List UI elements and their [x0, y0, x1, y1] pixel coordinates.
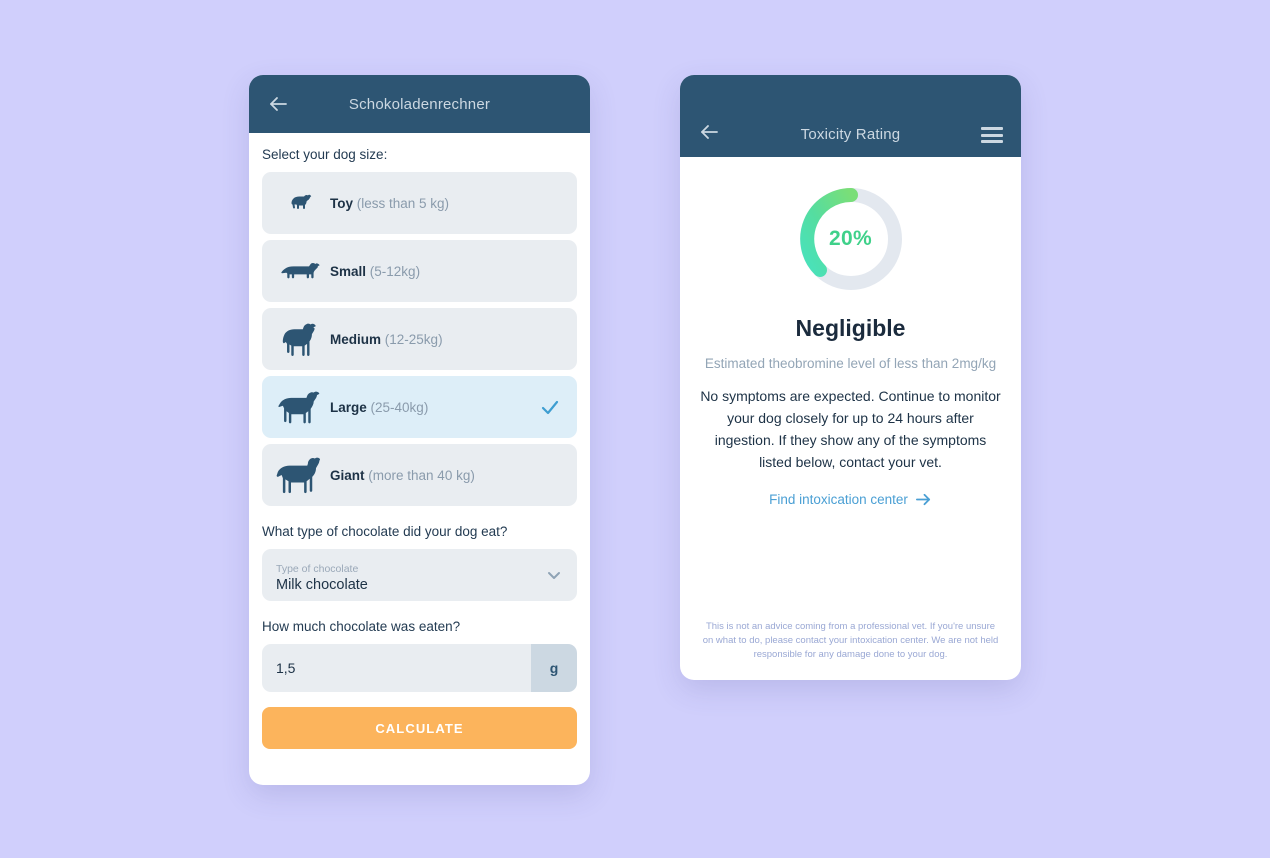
dog-large-icon: [272, 389, 330, 425]
dog-giant-icon: [272, 455, 330, 495]
size-option-large[interactable]: Large (25-40kg): [262, 376, 577, 438]
result-appbar: Toxicity Rating: [680, 75, 1021, 157]
toxicity-rating-screen: Toxicity Rating 20% Negligible Estimated…: [680, 75, 1021, 680]
arrow-right-icon: [915, 491, 932, 508]
chocolate-calculator-screen: Schokoladenrechner Select your dog size:…: [249, 75, 590, 785]
size-option-label: Giant (more than 40 kg): [330, 467, 475, 483]
page-title: Toxicity Rating: [800, 126, 901, 143]
amount-input[interactable]: [262, 644, 531, 692]
toxicity-rating-title: Negligible: [795, 315, 906, 341]
size-option-giant[interactable]: Giant (more than 40 kg): [262, 444, 577, 506]
select-caption: Type of chocolate: [276, 563, 359, 575]
chocolate-amount-question: How much chocolate was eaten?: [262, 619, 461, 634]
toxicity-gauge: 20%: [797, 185, 905, 293]
size-option-label: Toy (less than 5 kg): [330, 195, 450, 211]
result-body: 20% Negligible Estimated theobromine lev…: [680, 157, 1021, 680]
chocolate-type-question: What type of chocolate did your dog eat?: [262, 524, 508, 539]
toxicity-description: No symptoms are expected. Continue to mo…: [700, 388, 1001, 470]
hamburger-menu-icon[interactable]: [981, 127, 1003, 143]
arrow-left-icon[interactable]: [698, 121, 720, 143]
dog-size-list: Toy (less than 5 kg) Small (5-12kg) Medi…: [262, 172, 577, 506]
theobromine-estimate: Estimated theobromine level of less than…: [704, 356, 997, 371]
checkmark-icon: [539, 396, 561, 418]
amount-unit-button[interactable]: g: [531, 644, 577, 692]
page-title: Schokoladenrechner: [348, 95, 491, 113]
size-option-label: Large (25-40kg): [330, 399, 429, 415]
disclaimer-text: This is not an advice coming from a prof…: [702, 621, 999, 660]
size-option-label: Small (5-12kg): [330, 263, 421, 279]
dog-toy-icon: [272, 192, 330, 214]
size-option-small[interactable]: Small (5-12kg): [262, 240, 577, 302]
size-option-toy[interactable]: Toy (less than 5 kg): [262, 172, 577, 234]
dog-small-icon: [272, 260, 330, 282]
chocolate-type-select[interactable]: Type of chocolate Milk chocolate: [262, 549, 577, 601]
find-link-label: Find intoxication center: [769, 492, 908, 507]
calculate-button[interactable]: CALCULATE: [262, 707, 577, 749]
dog-size-question: Select your dog size:: [262, 147, 388, 162]
find-intoxication-center-link[interactable]: Find intoxication center: [769, 491, 932, 508]
chevron-down-icon[interactable]: [545, 566, 563, 584]
calculator-appbar: Schokoladenrechner: [249, 75, 590, 133]
chocolate-amount-field: g: [262, 644, 577, 692]
calculator-body: Select your dog size: Toy (less than 5 k…: [249, 133, 590, 749]
dog-medium-icon: [272, 322, 330, 356]
gauge-percent-label: 20%: [829, 227, 872, 250]
size-option-medium[interactable]: Medium (12-25kg): [262, 308, 577, 370]
size-option-label: Medium (12-25kg): [330, 331, 443, 347]
select-value: Milk chocolate: [276, 577, 368, 593]
